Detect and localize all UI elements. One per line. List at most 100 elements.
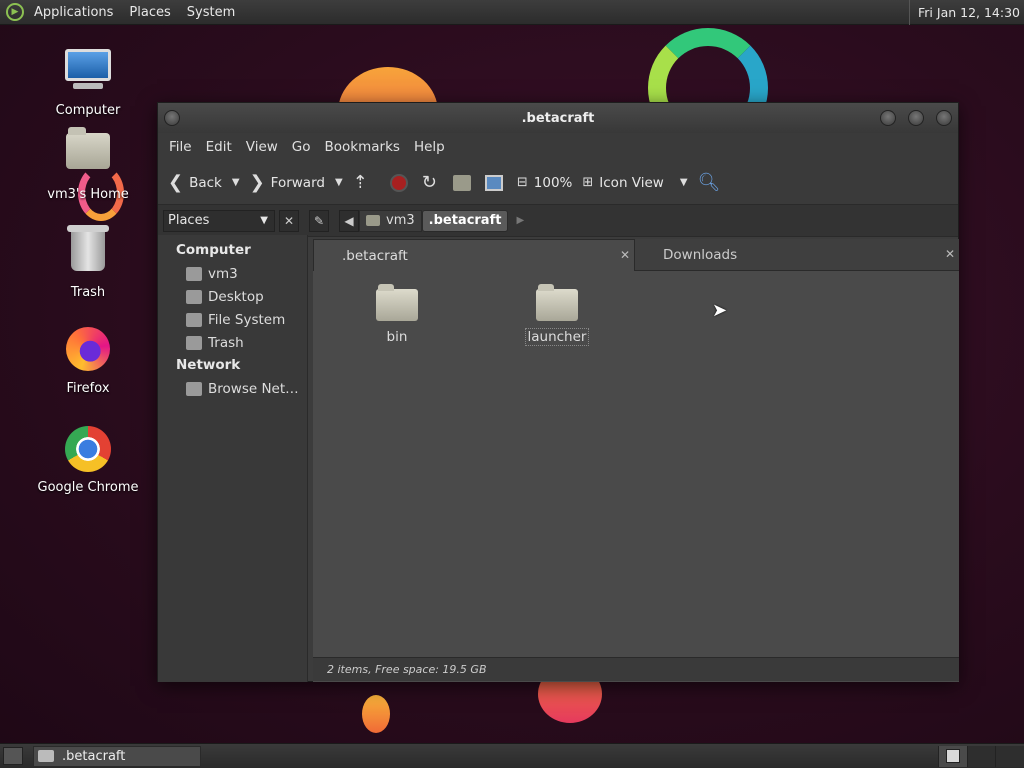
close-tab-icon[interactable]: ✕ bbox=[620, 248, 630, 262]
desktop-icon-home[interactable]: vm3's Home bbox=[33, 125, 143, 202]
show-desktop-button[interactable] bbox=[3, 747, 23, 765]
sidebar-selector[interactable]: Places ▼ bbox=[163, 209, 275, 232]
tab-label: Downloads bbox=[663, 246, 738, 263]
forward-label: Forward bbox=[270, 174, 325, 191]
zoom-out-button[interactable]: ⊟ 100% bbox=[517, 175, 573, 191]
search-icon: 🔍︎ bbox=[697, 172, 721, 193]
desktop-icon-chrome[interactable]: Google Chrome bbox=[33, 425, 143, 495]
menu-edit[interactable]: Edit bbox=[199, 139, 239, 155]
zoom-in-icon: ⊞ bbox=[582, 175, 594, 190]
desktop-icon-label: Computer bbox=[55, 103, 121, 118]
folder-icon bbox=[376, 284, 418, 321]
menu-applications[interactable]: Applications bbox=[26, 5, 121, 20]
sidebar-item-desktop[interactable]: Desktop bbox=[158, 285, 307, 308]
applications-logo-icon[interactable]: ▶ bbox=[6, 3, 24, 21]
sidebar-selector-label: Places bbox=[168, 213, 210, 228]
breadcrumb-label: vm3 bbox=[386, 213, 415, 228]
desktop-icon-label: Trash bbox=[70, 285, 106, 300]
window-menu-button[interactable] bbox=[164, 110, 180, 126]
breadcrumb-betacraft[interactable]: .betacraft bbox=[421, 209, 509, 232]
zoom-level: 100% bbox=[533, 174, 573, 191]
crumb-scroll-left-button[interactable]: ◀ bbox=[339, 209, 359, 232]
sidebar-header-computer: Computer bbox=[176, 242, 251, 258]
file-name: bin bbox=[386, 329, 408, 345]
desktop-icon-trash[interactable]: Trash bbox=[33, 225, 143, 300]
menu-system[interactable]: System bbox=[179, 5, 243, 20]
back-label: Back bbox=[189, 174, 222, 191]
wallpaper-shape bbox=[362, 695, 390, 733]
menu-go[interactable]: Go bbox=[285, 139, 318, 155]
crumb-scroll-right-icon[interactable]: ▶ bbox=[516, 215, 524, 226]
desktop-icon-label: Google Chrome bbox=[37, 480, 139, 495]
home-icon[interactable] bbox=[452, 174, 471, 191]
sidebar-item-browse-network[interactable]: Browse Net… bbox=[158, 377, 307, 400]
top-panel: ▶ Applications Places System Fri Jan 12,… bbox=[0, 0, 1024, 25]
file-item-launcher[interactable]: launcher bbox=[517, 284, 597, 346]
sidebar-item-vm3[interactable]: vm3 bbox=[158, 262, 307, 285]
view-mode-label: Icon View bbox=[599, 174, 664, 191]
back-arrow-icon: ❮ bbox=[168, 172, 184, 193]
places-sidebar: Computer vm3 Desktop File System Trash N… bbox=[158, 235, 308, 682]
file-manager-window: .betacraft File Edit View Go Bookmarks H… bbox=[157, 102, 959, 682]
reload-icon: ↻ bbox=[421, 172, 437, 193]
menu-help[interactable]: Help bbox=[407, 139, 452, 155]
sidebar-item-trash[interactable]: Trash bbox=[158, 331, 307, 354]
up-arrow-icon: ⇡ bbox=[352, 172, 368, 193]
toolbar: ❮ Back ▼ ❯ Forward ▼ ⇡ ↻ ⊟ 100% ⊞ Icon V… bbox=[158, 161, 958, 205]
chrome-icon bbox=[64, 426, 112, 474]
forward-button[interactable]: ❯ Forward ▼ bbox=[250, 172, 343, 193]
window-titlebar[interactable]: .betacraft bbox=[158, 103, 958, 133]
tab-label: .betacraft bbox=[342, 247, 408, 264]
pencil-icon: ✎ bbox=[313, 213, 325, 228]
minimize-button[interactable] bbox=[880, 110, 896, 126]
workspace-3[interactable] bbox=[995, 746, 1024, 767]
close-tab-icon[interactable]: ✕ bbox=[945, 247, 955, 261]
forward-history-dropdown-icon[interactable]: ▼ bbox=[335, 177, 343, 188]
breadcrumb-vm3[interactable]: vm3 bbox=[359, 209, 422, 232]
bottom-panel: .betacraft bbox=[0, 743, 1024, 768]
maximize-button[interactable] bbox=[908, 110, 924, 126]
view-mode-dropdown-icon[interactable]: ▼ bbox=[680, 177, 688, 188]
close-icon: ✕ bbox=[283, 213, 295, 228]
menu-view[interactable]: View bbox=[239, 139, 285, 155]
taskbar-item-label: .betacraft bbox=[62, 748, 126, 764]
stop-icon[interactable] bbox=[389, 173, 408, 192]
desktop-folder-icon bbox=[186, 289, 202, 304]
reload-button[interactable]: ↻ bbox=[422, 172, 443, 193]
zoom-in-button[interactable]: ⊞ Icon View ▼ bbox=[582, 175, 687, 191]
computer-icon bbox=[64, 49, 112, 97]
tab-downloads[interactable]: Downloads ✕ bbox=[635, 239, 959, 271]
menu-file[interactable]: File bbox=[162, 139, 199, 155]
file-view[interactable]: .betacraft ✕ Downloads ✕ bin launcher bbox=[313, 239, 959, 682]
sidebar-item-file-system[interactable]: File System bbox=[158, 308, 307, 331]
computer-icon[interactable] bbox=[484, 174, 503, 191]
menu-places[interactable]: Places bbox=[121, 5, 178, 20]
location-bar: Places ▼ ✕ ✎ ◀ vm3 .betacraft ▶ bbox=[158, 205, 958, 237]
taskbar-item-betacraft[interactable]: .betacraft bbox=[33, 745, 201, 767]
search-button[interactable]: 🔍︎ bbox=[698, 172, 727, 193]
forward-arrow-icon: ❯ bbox=[249, 172, 265, 193]
file-item-bin[interactable]: bin bbox=[357, 284, 437, 345]
tab-betacraft[interactable]: .betacraft ✕ bbox=[313, 239, 635, 271]
panel-clock[interactable]: Fri Jan 12, 14:30 bbox=[909, 0, 1020, 25]
close-button[interactable] bbox=[936, 110, 952, 126]
close-sidebar-button[interactable]: ✕ bbox=[279, 209, 299, 232]
up-button[interactable]: ⇡ bbox=[353, 172, 374, 193]
workspace-2[interactable] bbox=[966, 746, 996, 767]
edit-location-button[interactable]: ✎ bbox=[309, 209, 329, 232]
folder-icon bbox=[536, 284, 578, 321]
home-folder-icon bbox=[186, 266, 202, 281]
home-icon bbox=[366, 215, 380, 226]
workspace-switcher[interactable] bbox=[938, 746, 1024, 767]
desktop-icon-computer[interactable]: Computer bbox=[33, 45, 143, 118]
folder-icon bbox=[38, 750, 54, 762]
back-history-dropdown-icon[interactable]: ▼ bbox=[232, 177, 240, 188]
menu-bookmarks[interactable]: Bookmarks bbox=[318, 139, 407, 155]
drive-icon bbox=[186, 312, 202, 327]
desktop-icon-label: vm3's Home bbox=[47, 187, 129, 202]
back-button[interactable]: ❮ Back ▼ bbox=[168, 172, 240, 193]
chevron-left-icon: ◀ bbox=[344, 213, 354, 228]
home-folder-icon bbox=[64, 127, 112, 181]
status-bar: 2 items, Free space: 19.5 GB bbox=[313, 657, 959, 681]
desktop-icon-firefox[interactable]: Firefox bbox=[33, 325, 143, 396]
